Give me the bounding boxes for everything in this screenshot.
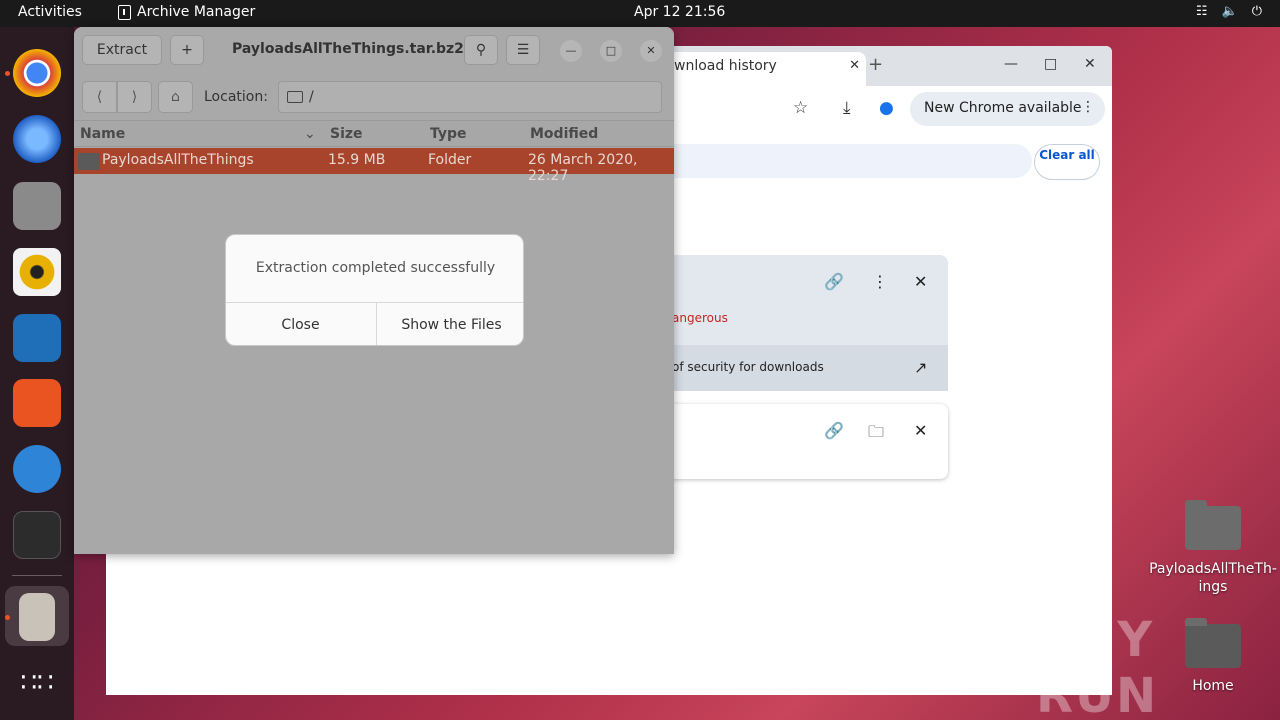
dialog-button-row: Close Show the Files: [226, 302, 523, 345]
maximize-icon[interactable]: □: [1044, 56, 1057, 72]
running-indicator: [5, 615, 10, 620]
tab-title: wnload history: [674, 58, 777, 74]
header-bar: Extract + PayloadsAllTheThings.tar.bz2 ⚲…: [74, 27, 674, 73]
archive-manager-icon: [118, 4, 131, 20]
home-icon: ⌂: [171, 89, 180, 105]
volume-icon: 🔈: [1221, 4, 1238, 19]
column-headers: Name ⌄ Size Type Modified: [74, 122, 674, 147]
extraction-dialog: Extraction completed successfully Close …: [225, 234, 524, 346]
open-external-icon[interactable]: ↗: [914, 358, 927, 377]
new-chrome-label: New Chrome available: [924, 100, 1082, 116]
location-label: Location:: [204, 89, 268, 105]
new-chrome-button[interactable]: New Chrome available ⋮: [910, 92, 1105, 126]
forward-button[interactable]: ⟩: [117, 81, 152, 113]
clock[interactable]: Apr 12 21:56: [634, 4, 725, 20]
column-modified[interactable]: Modified: [530, 126, 598, 142]
add-files-button[interactable]: +: [170, 35, 204, 65]
folder-icon: [287, 91, 303, 103]
minimize-icon[interactable]: —: [560, 40, 582, 62]
power-icon: ⏻: [1251, 4, 1262, 19]
maximize-icon[interactable]: □: [600, 40, 622, 62]
copy-link-icon[interactable]: 🔗: [824, 272, 844, 291]
dock: ∷∷: [0, 27, 74, 720]
folder-icon: [1185, 500, 1241, 550]
bookmark-star-icon[interactable]: ☆: [793, 98, 808, 118]
desktop-folder-payloads[interactable]: PayloadsAllTheTh-ings: [1149, 500, 1277, 596]
sort-chevron-down-icon: ⌄: [304, 126, 316, 142]
chrome-icon[interactable]: [13, 49, 61, 97]
folder-icon: [78, 153, 100, 170]
close-button[interactable]: Close: [226, 303, 375, 345]
dialog-message: Extraction completed successfully: [255, 260, 496, 276]
home-button[interactable]: ⌂: [158, 81, 193, 113]
running-indicator: [5, 71, 10, 76]
location-value: /: [309, 89, 314, 105]
dock-separator: [12, 575, 62, 576]
remove-icon[interactable]: ✕: [914, 421, 927, 440]
top-bar: Activities Archive Manager Apr 12 21:56 …: [0, 0, 1280, 27]
search-icon: ⚲: [475, 42, 487, 58]
security-link[interactable]: of security for downloads: [672, 360, 824, 374]
row-name: PayloadsAllTheThings: [102, 152, 254, 168]
column-name[interactable]: Name: [80, 126, 125, 142]
more-icon: ⋮: [1081, 99, 1095, 115]
help-icon[interactable]: [13, 445, 61, 493]
search-button[interactable]: ⚲: [464, 35, 498, 65]
archive-manager-dock-icon[interactable]: [19, 593, 55, 641]
show-files-button[interactable]: Show the Files: [377, 303, 523, 345]
table-row[interactable]: PayloadsAllTheThings 15.9 MB Folder 26 M…: [74, 148, 674, 184]
menu-button[interactable]: ☰: [506, 35, 540, 65]
terminal-icon[interactable]: [13, 511, 61, 559]
system-tray[interactable]: ☷ 🔈 ⏻: [1196, 4, 1262, 19]
new-tab-icon[interactable]: +: [868, 54, 883, 75]
chevron-right-icon: ⟩: [131, 89, 138, 105]
app-center-icon[interactable]: [13, 379, 61, 427]
profile-icon[interactable]: ●: [879, 98, 894, 118]
show-apps-icon[interactable]: ∷∷: [13, 659, 61, 707]
files-icon[interactable]: [13, 182, 61, 230]
rhythmbox-icon[interactable]: [13, 248, 61, 296]
chevron-left-icon: ⟨: [96, 89, 103, 105]
downloads-icon[interactable]: ⤓: [843, 98, 851, 118]
back-button[interactable]: ⟨: [82, 81, 117, 113]
tab-download-history[interactable]: wnload history ✕: [666, 52, 866, 86]
anyrun-watermark: ANY RUN: [1036, 612, 1159, 720]
remove-icon[interactable]: ✕: [914, 272, 927, 291]
close-icon[interactable]: ✕: [640, 40, 662, 62]
network-icon: ☷: [1195, 4, 1208, 19]
folder-icon[interactable]: 🗀: [868, 421, 884, 448]
app-menu[interactable]: Archive Manager: [118, 4, 255, 20]
close-window-icon[interactable]: ✕: [1084, 56, 1096, 72]
app-name: Archive Manager: [137, 4, 256, 20]
more-actions-icon[interactable]: ⋮: [872, 272, 888, 291]
desktop-folder-label: PayloadsAllTheTh-ings: [1149, 561, 1277, 595]
danger-warning: angerous: [672, 311, 728, 325]
minimize-icon[interactable]: —: [1004, 56, 1018, 72]
location-bar: ⟨ ⟩ ⌂ Location: /: [74, 73, 674, 121]
activities-button[interactable]: Activities: [18, 4, 82, 20]
column-type[interactable]: Type: [430, 126, 467, 142]
copy-link-icon[interactable]: 🔗: [824, 421, 844, 440]
extract-button[interactable]: Extract: [82, 35, 162, 65]
column-size[interactable]: Size: [330, 126, 363, 142]
window-title: PayloadsAllTheThings.tar.bz2: [232, 41, 464, 57]
clear-all-button[interactable]: Clear all: [1034, 144, 1100, 180]
thunderbird-icon[interactable]: [13, 115, 61, 163]
libreoffice-writer-icon[interactable]: [13, 314, 61, 362]
close-tab-icon[interactable]: ✕: [849, 58, 860, 73]
location-field[interactable]: /: [278, 81, 662, 113]
row-size: 15.9 MB: [328, 152, 386, 168]
row-modified: 26 March 2020, 22:27: [528, 152, 638, 184]
hamburger-icon: ☰: [516, 42, 530, 58]
row-type: Folder: [428, 152, 472, 168]
